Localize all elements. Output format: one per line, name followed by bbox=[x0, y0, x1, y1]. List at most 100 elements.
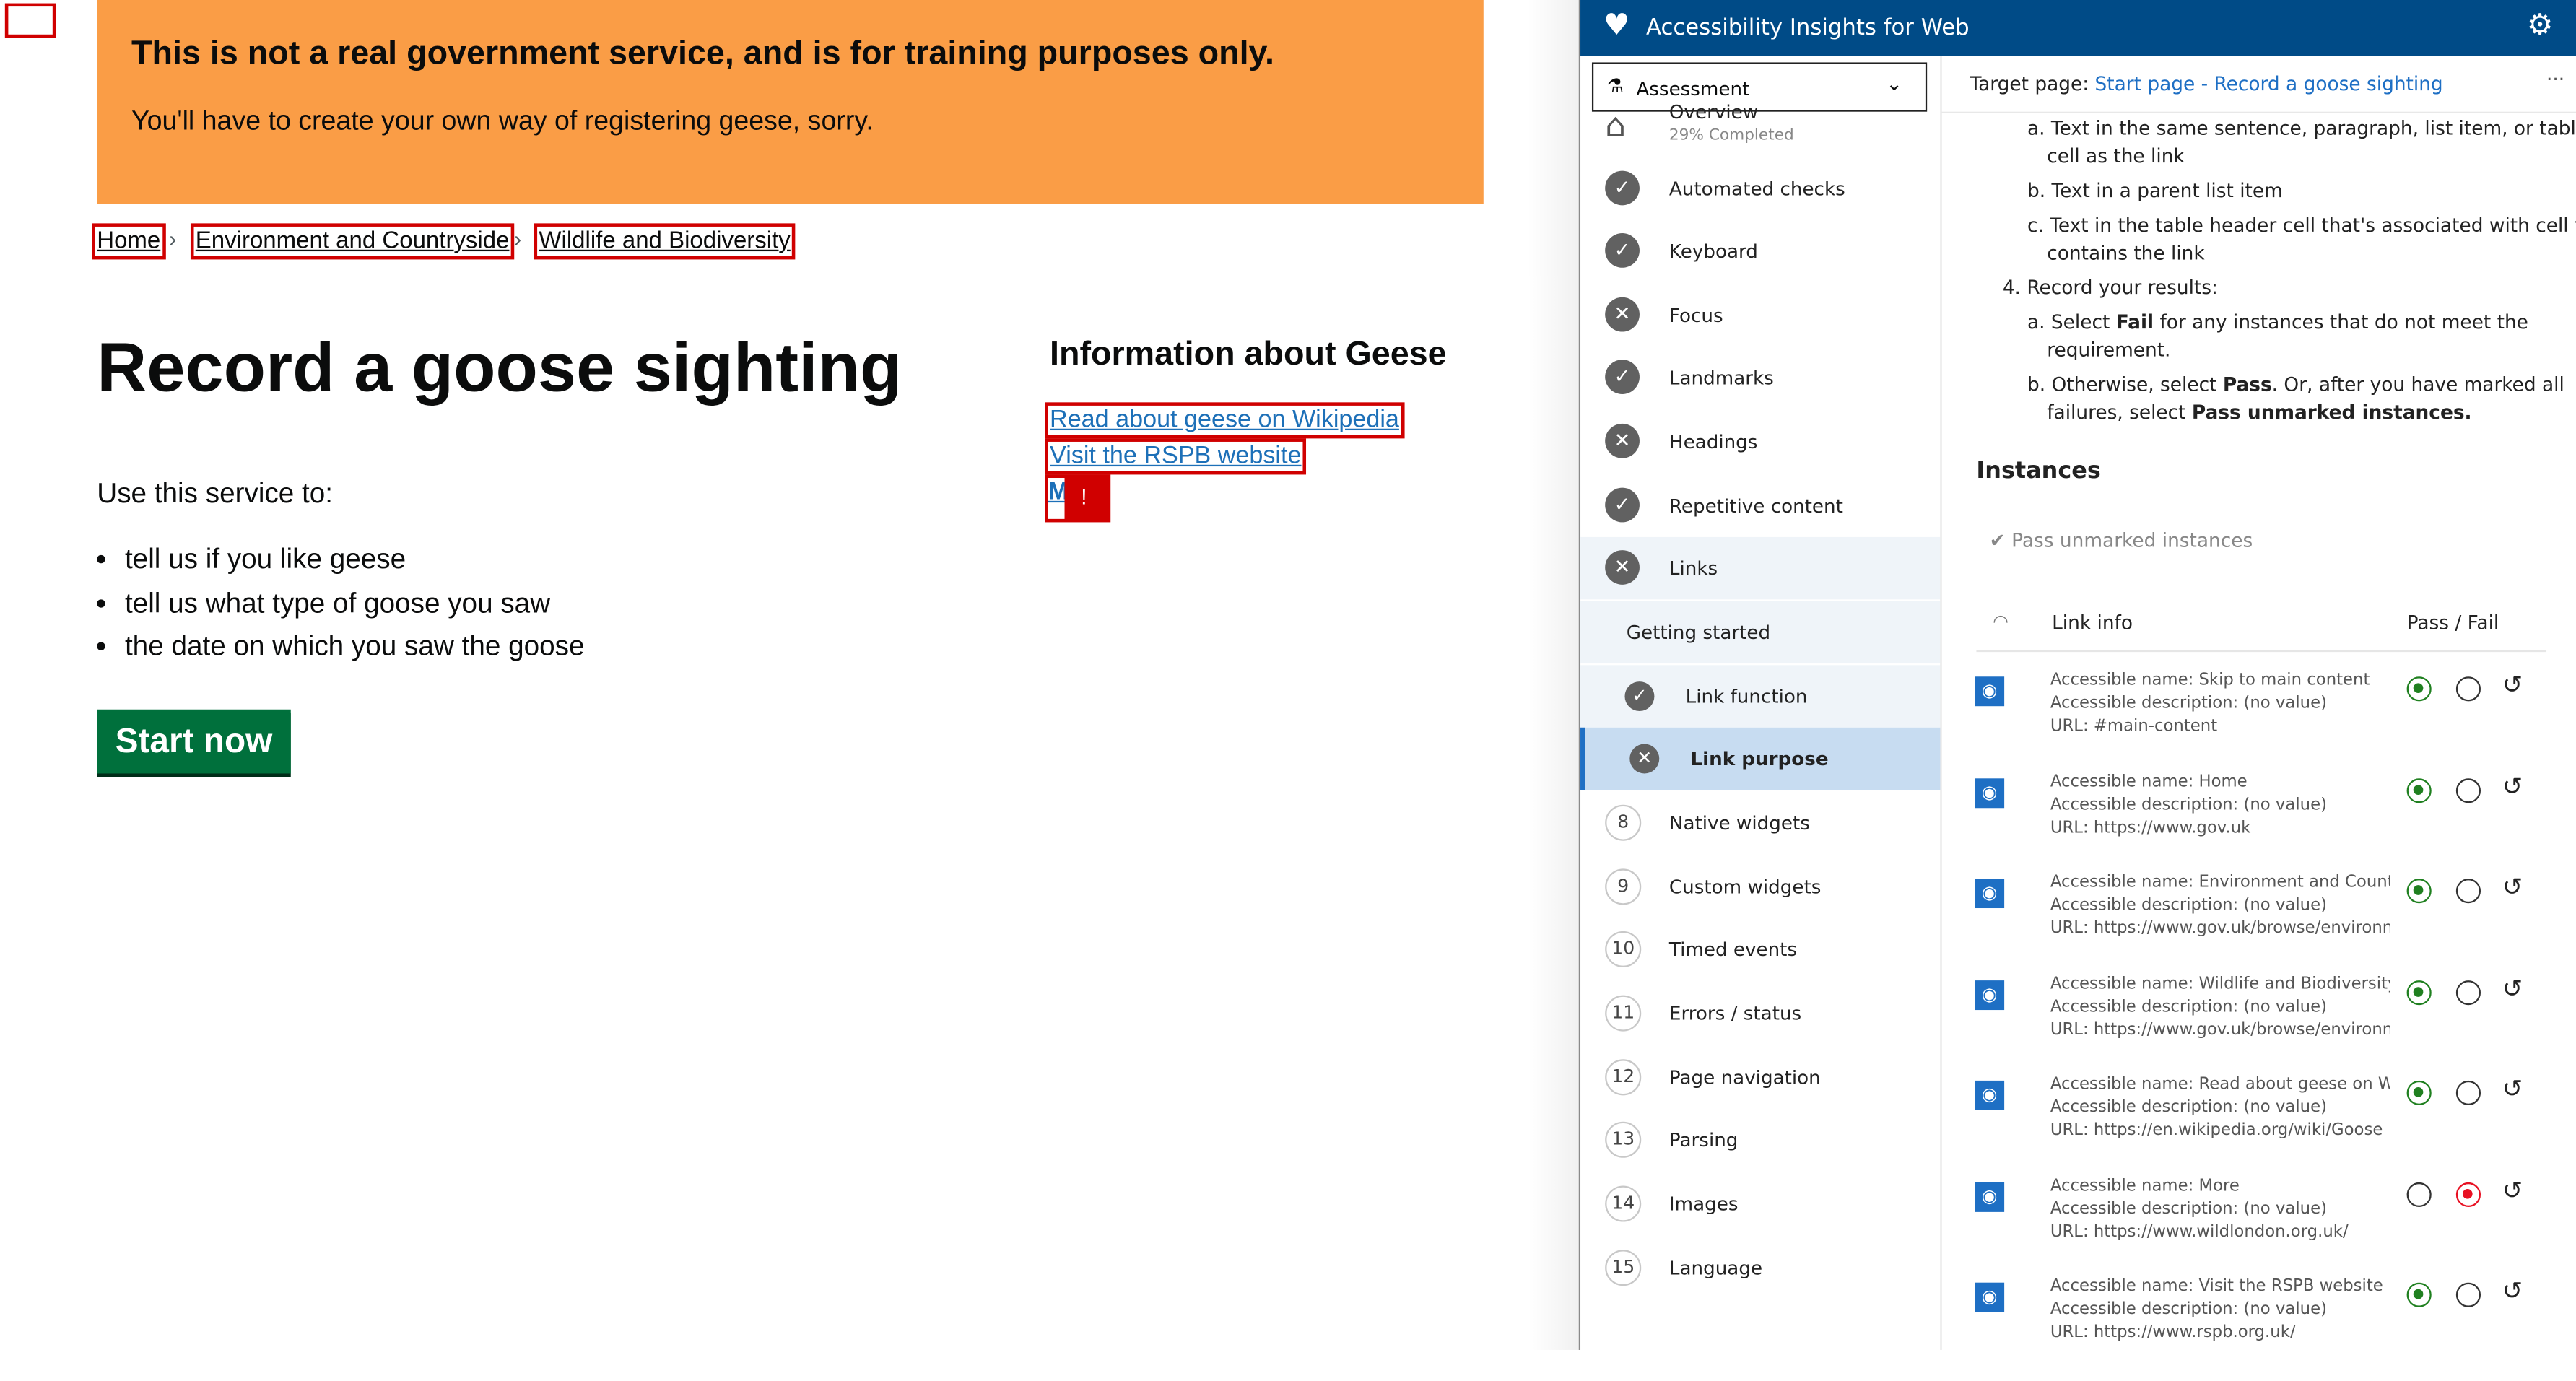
fail-radio[interactable] bbox=[2455, 979, 2481, 1005]
undo-icon[interactable]: ↺ bbox=[2502, 1276, 2523, 1306]
overview-progress: 29% Completed bbox=[1668, 126, 1794, 145]
fail-radio[interactable] bbox=[2455, 1282, 2481, 1307]
undo-icon[interactable]: ↺ bbox=[2502, 1175, 2523, 1205]
visibility-icon[interactable]: ◠ bbox=[1993, 611, 2009, 632]
visibility-toggle-icon[interactable]: ◉ bbox=[1975, 1282, 2005, 1312]
skip-link-highlight[interactable] bbox=[4, 3, 56, 38]
instruction-text: b. Otherwise, select Pass. Or, after you… bbox=[2027, 373, 2564, 396]
pass-radio[interactable] bbox=[2406, 879, 2432, 904]
text: Fail bbox=[2115, 310, 2154, 334]
fail-radio[interactable] bbox=[2455, 879, 2481, 904]
nav-label: Landmarks bbox=[1668, 366, 1774, 390]
pass-radio[interactable] bbox=[2406, 1080, 2432, 1106]
sidebar: ⚗ Assessment ⌄ ⌂ Overview 29% Completed ✓ Au… bbox=[1580, 56, 1942, 1350]
accessible-description: Accessible description: (no value) bbox=[2050, 796, 2327, 814]
step-number-icon: 15 bbox=[1605, 1250, 1642, 1286]
instance-row: ◉ Accessible name: Home Accessible descrip… bbox=[1975, 771, 2566, 876]
visibility-toggle-icon[interactable]: ◉ bbox=[1975, 1181, 2005, 1211]
step-number-icon: 10 bbox=[1605, 931, 1642, 967]
nav-label: Native widgets bbox=[1668, 811, 1810, 835]
gear-icon[interactable]: ⚙ bbox=[2527, 8, 2554, 43]
undo-icon[interactable]: ↺ bbox=[2502, 771, 2523, 801]
breadcrumb-wildlife[interactable]: Wildlife and Biodiversity bbox=[534, 223, 796, 260]
nav-item-automated-checks[interactable]: ✓ Automated checks bbox=[1580, 157, 1940, 219]
undo-icon[interactable]: ↺ bbox=[2502, 670, 2523, 700]
check-circle-icon: ✓ bbox=[1624, 681, 1655, 712]
nav-item-getting-started[interactable]: Getting started bbox=[1580, 601, 1941, 664]
visibility-toggle-icon[interactable]: ◉ bbox=[1975, 1080, 2005, 1110]
instance-url: URL: #main-content bbox=[2050, 718, 2218, 736]
nav-label: Focus bbox=[1668, 303, 1723, 327]
pass-radio[interactable] bbox=[2406, 777, 2432, 803]
text: Pass bbox=[2222, 373, 2272, 396]
fail-radio[interactable] bbox=[2455, 1181, 2481, 1206]
banner-title: This is not a real government service, a… bbox=[131, 34, 1275, 73]
pass-radio[interactable] bbox=[2406, 676, 2432, 702]
step-number-icon: 8 bbox=[1605, 804, 1642, 841]
nav-item-custom-widgets[interactable]: 9 Custom widgets bbox=[1580, 855, 1940, 918]
undo-icon[interactable]: ↺ bbox=[2502, 1074, 2523, 1104]
text: for any instances that do not meet the bbox=[2154, 310, 2528, 334]
nav-item-headings[interactable]: ✕ Headings bbox=[1580, 411, 1940, 473]
nav-item-keyboard[interactable]: ✓ Keyboard bbox=[1580, 220, 1940, 282]
nav-label: Timed events bbox=[1668, 937, 1798, 961]
failure-highlight: M ! bbox=[1045, 474, 1111, 523]
panel-header: ♥ Accessibility Insights for Web ⚙ bbox=[1580, 0, 2576, 56]
accessibility-insights-panel: ♥ Accessibility Insights for Web ⚙ ⚗ Ass… bbox=[1578, 0, 2576, 1350]
visibility-toggle-icon[interactable]: ◉ bbox=[1975, 979, 2005, 1009]
pass-radio[interactable] bbox=[2406, 979, 2432, 1005]
accessible-name: Accessible name: More bbox=[2050, 1176, 2240, 1195]
nav-item-links[interactable]: ✕ Links bbox=[1580, 536, 1941, 600]
nav-item-parsing[interactable]: 13 Parsing bbox=[1580, 1109, 1940, 1171]
pass-unmarked-button[interactable]: ✔ Pass unmarked instances bbox=[1990, 529, 2253, 552]
nav-item-overview[interactable]: ⌂ Overview 29% Completed bbox=[1580, 92, 1940, 154]
nav-item-focus[interactable]: ✕ Focus bbox=[1580, 284, 1940, 347]
instance-row: ◉ Accessible name: More Accessible descrip… bbox=[1975, 1175, 2566, 1280]
divider bbox=[1976, 650, 2547, 653]
more-link[interactable]: M bbox=[1048, 477, 1065, 519]
fail-radio[interactable] bbox=[2455, 676, 2481, 702]
main-content: Target page: Start page - Record a goose… bbox=[1941, 56, 2576, 1350]
nav-item-link-purpose[interactable]: ✕ Link purpose bbox=[1580, 727, 1941, 790]
nav-item-images[interactable]: 14 Images bbox=[1580, 1172, 1940, 1234]
breadcrumb-home[interactable]: Home bbox=[92, 223, 166, 260]
nav-item-landmarks[interactable]: ✓ Landmarks bbox=[1580, 347, 1940, 409]
nav-item-repetitive-content[interactable]: ✓ Repetitive content bbox=[1580, 474, 1940, 536]
column-link-info: Link info bbox=[2052, 611, 2133, 635]
fail-radio[interactable] bbox=[2455, 1080, 2481, 1106]
app-title: Accessibility Insights for Web bbox=[1646, 14, 1970, 41]
undo-icon[interactable]: ↺ bbox=[2502, 973, 2523, 1003]
nav-item-timed-events[interactable]: 10 Timed events bbox=[1580, 918, 1940, 980]
visibility-toggle-icon[interactable]: ◉ bbox=[1975, 676, 2005, 707]
target-page-link[interactable]: Start page - Record a goose sighting bbox=[2095, 72, 2443, 95]
more-options-icon[interactable]: ··· bbox=[2546, 67, 2564, 90]
wikipedia-link[interactable]: Read about geese on Wikipedia bbox=[1045, 402, 1404, 439]
start-now-button[interactable]: Start now bbox=[97, 709, 291, 774]
nav-item-page-navigation[interactable]: 12 Page navigation bbox=[1580, 1046, 1940, 1108]
instance-info: Accessible name: Wildlife and Biodiversi… bbox=[2050, 973, 2390, 1042]
accessible-description: Accessible description: (no value) bbox=[2050, 1098, 2327, 1117]
pass-radio[interactable] bbox=[2406, 1181, 2432, 1206]
check-circle-icon: ✓ bbox=[1605, 487, 1640, 523]
rspb-link[interactable]: Visit the RSPB website bbox=[1045, 438, 1307, 475]
nav-item-language[interactable]: 15 Language bbox=[1580, 1237, 1940, 1299]
visibility-toggle-icon[interactable]: ◉ bbox=[1975, 777, 2005, 808]
screen: This is not a real government service, a… bbox=[0, 0, 2576, 1350]
undo-icon[interactable]: ↺ bbox=[2502, 872, 2523, 902]
step-number-icon: 12 bbox=[1605, 1059, 1642, 1096]
visibility-toggle-icon[interactable]: ◉ bbox=[1975, 879, 2005, 909]
breadcrumb-environment[interactable]: Environment and Countryside bbox=[190, 223, 515, 260]
nav-item-native-widgets[interactable]: 8 Native widgets bbox=[1580, 792, 1940, 854]
instruction-text: a. Text in the same sentence, paragraph,… bbox=[2027, 116, 2576, 140]
pass-radio[interactable] bbox=[2406, 1282, 2432, 1307]
accessible-description: Accessible description: (no value) bbox=[2050, 897, 2327, 915]
list-item: tell us if you like geese bbox=[125, 544, 585, 587]
accessible-name: Accessible name: Skip to main content bbox=[2050, 671, 2370, 690]
instance-row: ◉ Accessible name: Wildlife and Biodivers… bbox=[1975, 973, 2566, 1078]
fail-radio[interactable] bbox=[2455, 777, 2481, 803]
nav-item-link-function[interactable]: ✓ Link function bbox=[1580, 665, 1941, 728]
nav-item-errors-status[interactable]: 11 Errors / status bbox=[1580, 982, 1940, 1044]
nav-label: Parsing bbox=[1668, 1128, 1739, 1151]
related-heading: Information about Geese bbox=[1050, 335, 1447, 373]
instruction-text: contains the link bbox=[2047, 241, 2205, 265]
